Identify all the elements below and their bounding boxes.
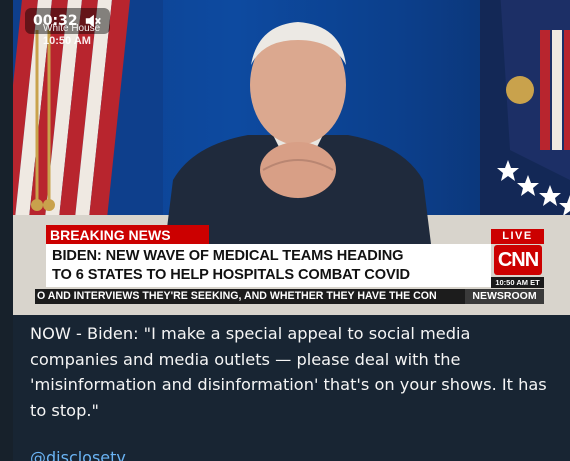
location-time: 10:50 AM <box>43 35 91 47</box>
live-badge: LIVE <box>491 229 544 244</box>
breaking-news-label: BREAKING NEWS <box>46 225 209 244</box>
show-name: NEWSROOM <box>465 289 544 304</box>
headline-line-2: TO 6 STATES TO HELP HOSPITALS COMBAT COV… <box>52 267 410 283</box>
news-ticker: O AND INTERVIEWS THEY'RE SEEKING, AND WH… <box>35 289 465 304</box>
cnn-logo: CNN <box>494 245 542 275</box>
location-label: White House <box>43 23 101 34</box>
channel-link[interactable]: @disclosetv <box>30 448 126 461</box>
headline-line-1: BIDEN: NEW WAVE OF MEDICAL TEAMS HEADING <box>52 248 404 264</box>
video-player[interactable]: 00:32 White House 10:50 AM BREAKING NEWS… <box>13 0 570 315</box>
network-time: 10:50 AM ET <box>491 277 544 288</box>
post-caption: NOW - Biden: "I make a special appeal to… <box>30 324 547 420</box>
news-headline: BIDEN: NEW WAVE OF MEDICAL TEAMS HEADING… <box>46 244 491 287</box>
location-bug: White House 10:50 AM <box>43 23 100 47</box>
speaker-figure <box>163 22 433 260</box>
message-bubble: 00:32 White House 10:50 AM BREAKING NEWS… <box>13 0 570 461</box>
